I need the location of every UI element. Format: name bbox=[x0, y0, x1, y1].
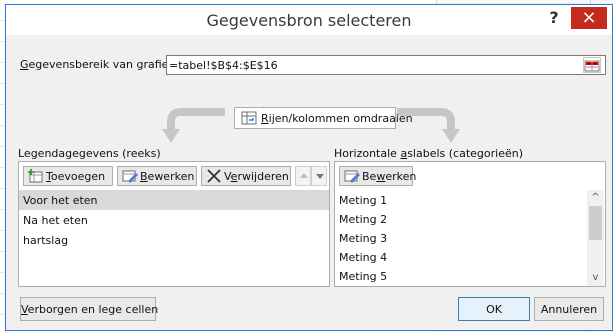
app-root: Gegevensbron selecteren ? × Gegevensbere… bbox=[0, 0, 613, 332]
ok-label: OK bbox=[486, 303, 502, 316]
ok-button[interactable]: OK bbox=[458, 297, 530, 321]
close-button[interactable]: × bbox=[571, 7, 607, 29]
switch-rows-columns-label: Rijen/kolommen omdraaien bbox=[261, 112, 413, 125]
edit-series-label: Bewerken bbox=[140, 170, 194, 183]
category-label: Meting 5 bbox=[339, 270, 388, 283]
add-series-button[interactable]: Toevoegen bbox=[23, 166, 113, 186]
axis-title-prefix: Horizontale bbox=[334, 147, 401, 160]
list-item[interactable]: Meting 2 bbox=[335, 209, 605, 229]
axis-edit-mnemonic: w bbox=[376, 170, 386, 183]
help-button[interactable]: ? bbox=[544, 8, 564, 30]
chart-range-label-mnemonic: G bbox=[20, 58, 29, 71]
chart-range-input[interactable] bbox=[169, 57, 575, 73]
move-up-button[interactable] bbox=[295, 166, 311, 186]
add-label-rest: oevoegen bbox=[50, 170, 106, 183]
range-picker-icon bbox=[584, 60, 600, 72]
dialog-content: Gegevensbereik van grafiek: =tabel!$B$4:… bbox=[6, 35, 612, 330]
category-label: Meting 3 bbox=[339, 232, 388, 245]
axis-toolbar: Bewerken bbox=[335, 162, 605, 188]
list-item[interactable]: Meting 4 bbox=[335, 247, 605, 267]
axis-labels-title: Horizontale aslabels (categorieën) bbox=[334, 147, 523, 160]
switch-rows-columns-button[interactable]: Rijen/kolommen omdraaien bbox=[234, 107, 413, 129]
edit-mnemonic: B bbox=[140, 170, 148, 183]
edit-axis-labels-button[interactable]: Bewerken bbox=[339, 166, 416, 186]
close-icon: × bbox=[581, 7, 597, 28]
add-series-label: Toevoegen bbox=[46, 170, 105, 183]
remove-prefix: V bbox=[224, 170, 231, 183]
edit-icon bbox=[122, 170, 138, 183]
move-down-button[interactable] bbox=[311, 166, 327, 186]
axis-edit-prefix: Be bbox=[362, 170, 377, 183]
hidden-cells-rest: erborgen en lege cellen bbox=[27, 303, 159, 316]
axis-edit-rest: erken bbox=[385, 170, 417, 183]
dialog-title: Gegevensbron selecteren bbox=[206, 11, 412, 30]
legend-series-list: Voor het eten Na het eten hartslag bbox=[19, 190, 329, 286]
remove-x-icon bbox=[207, 169, 221, 183]
list-item[interactable]: Meting 5 bbox=[335, 266, 605, 286]
remove-series-button[interactable]: Verwijderen bbox=[201, 166, 291, 186]
move-down-icon bbox=[316, 174, 324, 179]
remove-series-label: Verwijderen bbox=[224, 170, 289, 183]
category-label: Meting 1 bbox=[339, 194, 388, 207]
edit-icon bbox=[344, 170, 360, 183]
edit-label-rest: ewerken bbox=[147, 170, 195, 183]
list-item[interactable]: Meting 1 bbox=[335, 190, 605, 210]
series-label: Voor het eten bbox=[23, 194, 98, 207]
list-item[interactable]: hartslag bbox=[19, 230, 329, 250]
remove-label-rest: rwijderen bbox=[237, 170, 289, 183]
axis-list-scrollbar[interactable]: ^ v bbox=[587, 190, 604, 286]
chart-range-label-rest: egevensbereik van grafiek: bbox=[28, 58, 179, 71]
select-data-source-dialog: Gegevensbron selecteren ? × Gegevensbere… bbox=[5, 4, 613, 331]
move-up-icon bbox=[300, 173, 308, 178]
add-series-icon bbox=[28, 169, 43, 183]
chart-range-field[interactable] bbox=[166, 55, 606, 75]
switch-label-rest: ijen/kolommen omdraaien bbox=[268, 112, 413, 125]
axis-labels-panel: Bewerken Meting 1 Meting 2 Meting 3 Meti… bbox=[334, 161, 606, 287]
edit-series-button[interactable]: Bewerken bbox=[117, 166, 197, 186]
series-label: Na het eten bbox=[23, 214, 88, 227]
dialog-titlebar: Gegevensbron selecteren ? × bbox=[6, 5, 612, 35]
chart-range-label: Gegevensbereik van grafiek: bbox=[20, 58, 179, 71]
scroll-up-icon[interactable]: ^ bbox=[587, 190, 604, 206]
scroll-down-icon[interactable]: v bbox=[587, 270, 604, 286]
switch-rows-columns-icon bbox=[241, 111, 257, 125]
hidden-empty-cells-label: Verborgen en lege cellen bbox=[21, 303, 158, 316]
switch-mnemonic: R bbox=[261, 112, 269, 125]
category-label: Meting 4 bbox=[339, 251, 388, 264]
legend-toolbar: Toevoegen Bewerken Verwijderen bbox=[19, 162, 329, 188]
series-label: hartslag bbox=[23, 234, 69, 247]
scrollbar-thumb[interactable] bbox=[589, 206, 602, 240]
curved-arrow-left-icon bbox=[162, 108, 225, 143]
legend-entries-title: Legendagegevens (reeks) bbox=[18, 147, 161, 160]
hidden-empty-cells-button[interactable]: Verborgen en lege cellen bbox=[20, 297, 158, 321]
hidden-cells-mnemonic: V bbox=[21, 303, 28, 316]
list-item[interactable]: Na het eten bbox=[19, 210, 329, 230]
axis-title-rest: slabels (categorieën) bbox=[407, 147, 523, 160]
cancel-label: Annuleren bbox=[540, 303, 598, 316]
legend-entries-panel: Toevoegen Bewerken Verwijderen Voor het … bbox=[18, 161, 330, 287]
axis-category-list: Meting 1 Meting 2 Meting 3 Meting 4 Meti… bbox=[335, 190, 605, 286]
category-label: Meting 2 bbox=[339, 213, 388, 226]
list-item[interactable]: Voor het eten bbox=[19, 190, 329, 210]
range-picker-button[interactable] bbox=[583, 57, 601, 73]
list-item[interactable]: Meting 3 bbox=[335, 228, 605, 248]
edit-axis-labels-label: Bewerken bbox=[362, 170, 416, 183]
cancel-button[interactable]: Annuleren bbox=[534, 297, 604, 321]
